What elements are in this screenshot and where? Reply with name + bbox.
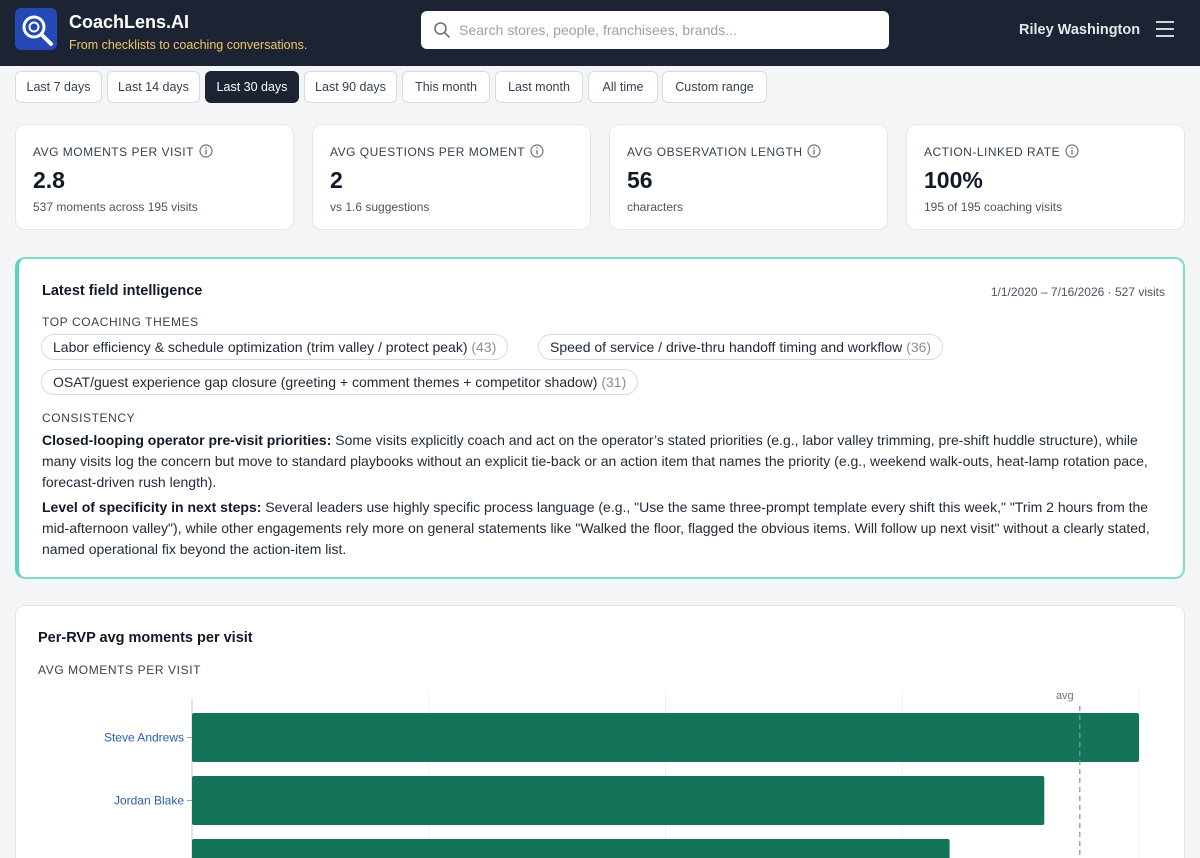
bar-category-label[interactable]: Steve Andrews	[104, 731, 184, 745]
consistency-paragraph: Level of specificity in next steps: Seve…	[42, 499, 1150, 557]
kpi-value: 100%	[924, 167, 983, 193]
intel-date-range: 1/1/2020 – 7/16/2026 · 527 visits	[990, 285, 1165, 299]
intel-title: Latest field intelligence	[42, 283, 203, 299]
theme-chip[interactable]: OSAT/guest experience gap closure (greet…	[41, 369, 639, 395]
kpi-card-avg-moments: AVG MOMENTS PER VISIT 2.8 537 moments ac…	[15, 124, 294, 230]
kpi-label: ACTION-LINKED RATE	[924, 144, 1079, 159]
info-icon[interactable]	[199, 144, 213, 158]
kpi-subtext: 537 moments across 195 visits	[33, 200, 198, 214]
info-icon[interactable]	[530, 144, 544, 158]
search-icon	[434, 22, 450, 38]
bar	[192, 839, 950, 858]
search-input[interactable]	[459, 11, 879, 49]
top-navigation-bar: CoachLens.AI From checklists to coaching…	[0, 0, 1200, 66]
kpi-label: AVG QUESTIONS PER MOMENT	[330, 144, 544, 159]
range-last-90-days-button[interactable]: Last 90 days	[304, 71, 397, 103]
app-logo[interactable]	[15, 8, 57, 50]
hamburger-menu-icon[interactable]	[1156, 21, 1174, 37]
bar	[192, 713, 1139, 762]
range-this-month-button[interactable]: This month	[402, 71, 490, 103]
kpi-label: AVG MOMENTS PER VISIT	[33, 144, 213, 159]
consistency-paragraph: Closed-looping operator pre-visit priori…	[42, 432, 1148, 490]
themes-label: TOP COACHING THEMES	[42, 315, 199, 329]
info-icon[interactable]	[1065, 144, 1079, 158]
kpi-value: 2	[330, 167, 343, 193]
kpi-label: AVG OBSERVATION LENGTH	[627, 144, 822, 159]
theme-chip[interactable]: Speed of service / drive-thru handoff ti…	[538, 334, 944, 360]
field-intelligence-card: Latest field intelligence 1/1/2020 – 7/1…	[15, 257, 1185, 579]
bar	[192, 776, 1045, 825]
range-custom-button[interactable]: Custom range	[662, 71, 767, 103]
range-last-14-days-button[interactable]: Last 14 days	[107, 71, 200, 103]
bar-chart: Steve Andrews Jordan Blake avg	[104, 690, 1140, 858]
kpi-value: 2.8	[33, 167, 65, 193]
kpi-card-avg-questions: AVG QUESTIONS PER MOMENT 2 vs 1.6 sugges…	[312, 124, 591, 230]
kpi-subtext: characters	[627, 200, 684, 214]
theme-chip[interactable]: Labor efficiency & schedule optimization…	[41, 334, 509, 360]
range-last-30-days-button[interactable]: Last 30 days	[205, 71, 299, 103]
kpi-card-avg-observation: AVG OBSERVATION LENGTH 56 characters	[609, 124, 888, 230]
user-name[interactable]: Riley Washington	[1019, 22, 1140, 38]
bar-category-label[interactable]: Jordan Blake	[114, 794, 184, 808]
kpi-subtext: 195 of 195 coaching visits	[924, 200, 1063, 214]
global-search	[421, 11, 889, 49]
per-rvp-chart-card: Per-RVP avg moments per visit AVG MOMENT…	[15, 605, 1185, 858]
range-all-time-button[interactable]: All time	[588, 71, 658, 103]
info-icon[interactable]	[807, 144, 822, 158]
avg-reference-label: avg	[1056, 690, 1074, 702]
magnifier-logo-icon	[22, 15, 53, 46]
range-last-month-button[interactable]: Last month	[495, 71, 583, 103]
kpi-card-action-linked: ACTION-LINKED RATE 100% 195 of 195 coach…	[906, 124, 1185, 230]
brand-tagline: From checklists to coaching conversation…	[69, 38, 308, 52]
range-last-7-days-button[interactable]: Last 7 days	[15, 71, 102, 103]
brand-name: CoachLens.AI	[69, 12, 190, 32]
kpi-subtext: vs 1.6 suggestions	[330, 200, 430, 214]
kpi-value: 56	[627, 167, 653, 193]
consistency-label: CONSISTENCY	[42, 411, 136, 425]
